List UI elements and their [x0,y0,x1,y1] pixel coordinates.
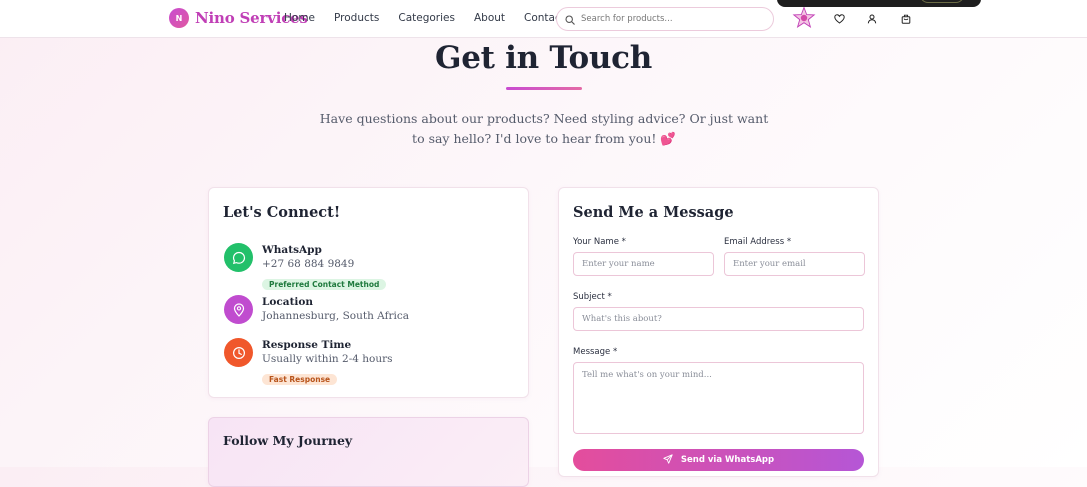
nav-categories[interactable]: Categories [398,12,455,24]
nav-about[interactable]: About [474,12,505,24]
subject-input[interactable] [573,307,864,331]
connect-card: Let's Connect! WhatsApp +27 68 884 9849 … [208,187,529,398]
name-input[interactable] [573,252,714,276]
message-textarea[interactable] [573,362,864,434]
email-input[interactable] [724,252,865,276]
search-bar [556,7,774,31]
form-title: Send Me a Message [573,204,734,221]
contact-label: WhatsApp [262,244,322,256]
location-pin-icon [224,295,253,324]
contact-response-time: Response Time Usually within 2-4 hours F… [224,338,393,386]
location-value: Johannesburg, South Africa [262,310,409,322]
contact-location: Location Johannesburg, South Africa [224,295,409,324]
message-label: Message * [573,347,618,357]
page-title: Get in Touch [435,40,652,76]
send-icon [663,453,673,467]
preferred-badge: Preferred Contact Method [262,279,387,290]
subject-label: Subject * [573,292,612,302]
notification-toast [777,0,981,7]
logo-badge-icon: N [169,8,189,28]
message-form-card: Send Me a Message Your Name * Email Addr… [558,187,879,477]
nav-home[interactable]: Home [284,12,315,24]
whatsapp-number[interactable]: +27 68 884 9849 [262,257,386,272]
toast-action-pill[interactable] [920,0,964,3]
contact-label: Location [262,296,314,308]
follow-title: Follow My Journey [223,433,353,448]
follow-card: Follow My Journey [208,417,529,487]
email-label: Email Address * [724,237,792,247]
fast-response-badge: Fast Response [262,374,338,385]
name-label: Your Name * [573,237,626,247]
connect-title: Let's Connect! [223,204,341,221]
title-underline [506,87,582,90]
nav-products[interactable]: Products [334,12,379,24]
contact-label: Response Time [262,339,352,351]
contact-whatsapp[interactable]: WhatsApp +27 68 884 9849 Preferred Conta… [224,243,387,291]
send-button-label: Send via WhatsApp [680,455,775,465]
cart-icon[interactable] [899,12,913,26]
heart-icon[interactable] [832,12,846,26]
star-badge-icon[interactable] [792,6,816,30]
user-icon[interactable] [865,12,879,26]
send-whatsapp-button[interactable]: Send via WhatsApp [573,449,864,471]
page-subtitle: Have questions about our products? Need … [319,111,769,146]
whatsapp-icon [224,243,253,272]
main-nav: Home Products Categories About Contact [284,12,584,24]
response-time-value: Usually within 2-4 hours [262,353,393,365]
search-input[interactable] [581,14,761,24]
search-icon [565,10,575,29]
clock-icon [224,338,253,367]
